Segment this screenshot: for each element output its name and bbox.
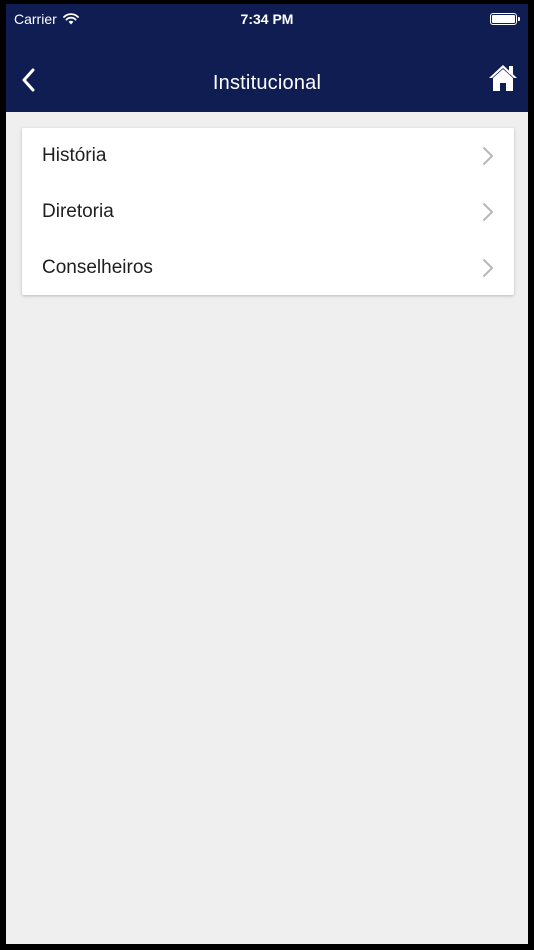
home-button[interactable]	[486, 62, 520, 98]
menu-item-label: Diretoria	[42, 201, 114, 222]
navigation-bar: Institucional	[6, 60, 528, 104]
chevron-right-icon	[482, 146, 494, 166]
menu-card: História Diretoria Conselheiros	[22, 128, 514, 295]
chevron-right-icon	[482, 258, 494, 278]
menu-item-label: Conselheiros	[42, 257, 153, 278]
page-title: Institucional	[212, 72, 322, 94]
menu-item-conselheiros[interactable]: Conselheiros	[22, 240, 514, 296]
app-screen: Carrier 7:34 PM Institucional História D…	[6, 4, 528, 944]
menu-item-label: História	[42, 145, 107, 166]
chevron-right-icon	[482, 202, 494, 222]
status-bar: Carrier 7:34 PM	[6, 4, 528, 32]
app-header: Carrier 7:34 PM Institucional	[6, 4, 528, 112]
status-time: 7:34 PM	[240, 11, 294, 27]
menu-item-diretoria[interactable]: Diretoria	[22, 184, 514, 240]
home-icon	[488, 63, 518, 98]
battery-icon	[490, 13, 520, 25]
menu-item-historia[interactable]: História	[22, 128, 514, 184]
